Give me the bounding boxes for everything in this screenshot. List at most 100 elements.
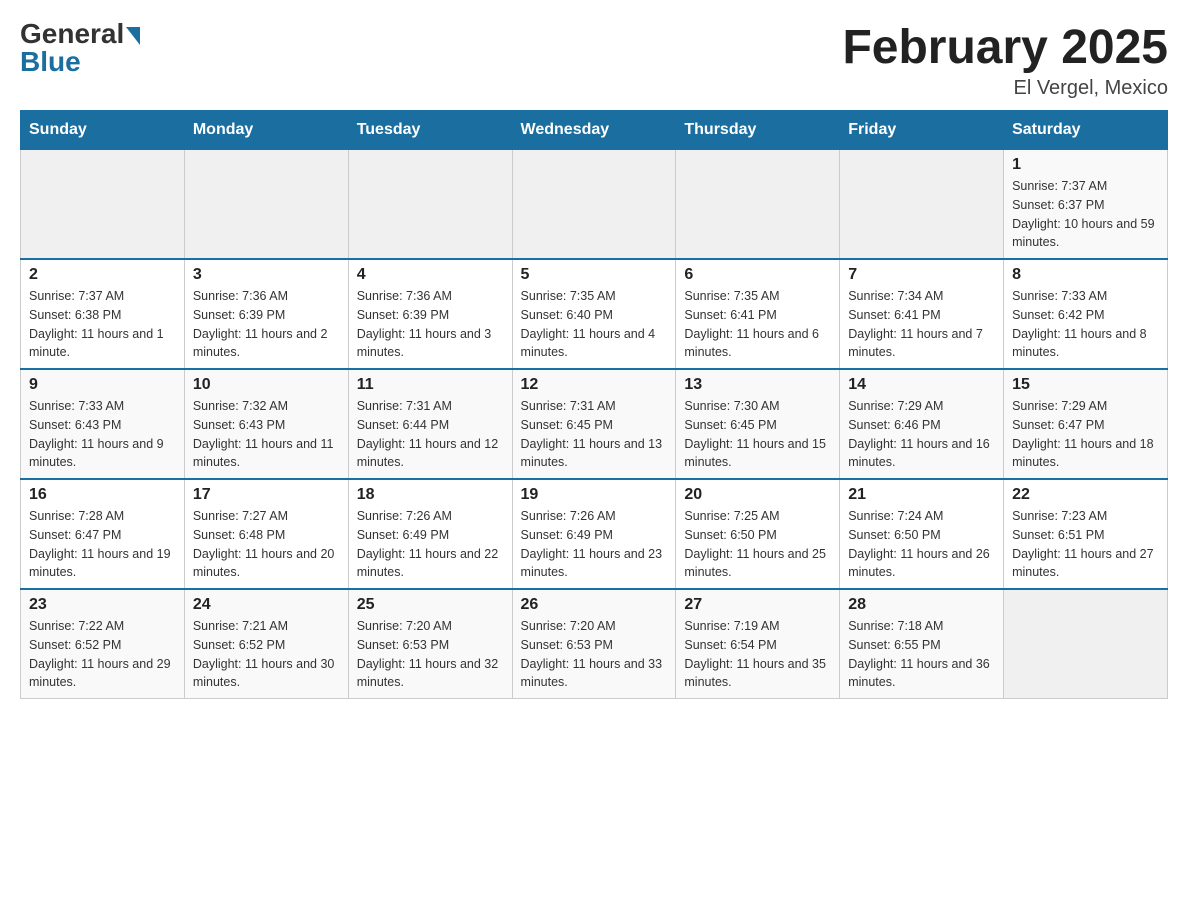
day-number: 11 bbox=[357, 376, 504, 394]
day-info: Sunrise: 7:25 AMSunset: 6:50 PMDaylight:… bbox=[684, 507, 831, 582]
calendar-week-row: 9 Sunrise: 7:33 AMSunset: 6:43 PMDaylight… bbox=[21, 369, 1168, 479]
calendar-cell bbox=[840, 150, 1004, 260]
day-number: 17 bbox=[193, 486, 340, 504]
day-info: Sunrise: 7:36 AMSunset: 6:39 PMDaylight:… bbox=[357, 287, 504, 362]
day-number: 7 bbox=[848, 266, 995, 284]
page-header: General Blue February 2025 El Vergel, Me… bbox=[20, 20, 1168, 100]
day-info: Sunrise: 7:31 AMSunset: 6:44 PMDaylight:… bbox=[357, 397, 504, 472]
day-number: 25 bbox=[357, 596, 504, 614]
calendar-week-row: 23 Sunrise: 7:22 AMSunset: 6:52 PMDayligh… bbox=[21, 589, 1168, 699]
calendar-week-row: 2 Sunrise: 7:37 AMSunset: 6:38 PMDaylight… bbox=[21, 259, 1168, 369]
day-number: 8 bbox=[1012, 266, 1159, 284]
day-number: 26 bbox=[521, 596, 668, 614]
calendar-day-header: Tuesday bbox=[348, 111, 512, 150]
calendar-cell: 16 Sunrise: 7:28 AMSunset: 6:47 PMDayligh… bbox=[21, 479, 185, 589]
day-info: Sunrise: 7:20 AMSunset: 6:53 PMDaylight:… bbox=[357, 617, 504, 692]
calendar-cell bbox=[1004, 589, 1168, 699]
calendar-cell: 14 Sunrise: 7:29 AMSunset: 6:46 PMDayligh… bbox=[840, 369, 1004, 479]
day-number: 20 bbox=[684, 486, 831, 504]
calendar-cell: 4 Sunrise: 7:36 AMSunset: 6:39 PMDaylight… bbox=[348, 259, 512, 369]
day-info: Sunrise: 7:23 AMSunset: 6:51 PMDaylight:… bbox=[1012, 507, 1159, 582]
logo-arrow-icon bbox=[126, 27, 140, 45]
calendar-cell: 8 Sunrise: 7:33 AMSunset: 6:42 PMDaylight… bbox=[1004, 259, 1168, 369]
day-info: Sunrise: 7:29 AMSunset: 6:47 PMDaylight:… bbox=[1012, 397, 1159, 472]
calendar-cell: 26 Sunrise: 7:20 AMSunset: 6:53 PMDayligh… bbox=[512, 589, 676, 699]
calendar-cell: 23 Sunrise: 7:22 AMSunset: 6:52 PMDayligh… bbox=[21, 589, 185, 699]
day-info: Sunrise: 7:27 AMSunset: 6:48 PMDaylight:… bbox=[193, 507, 340, 582]
calendar-cell: 2 Sunrise: 7:37 AMSunset: 6:38 PMDaylight… bbox=[21, 259, 185, 369]
day-number: 28 bbox=[848, 596, 995, 614]
location: El Vergel, Mexico bbox=[842, 77, 1168, 100]
day-info: Sunrise: 7:26 AMSunset: 6:49 PMDaylight:… bbox=[357, 507, 504, 582]
day-number: 19 bbox=[521, 486, 668, 504]
day-info: Sunrise: 7:29 AMSunset: 6:46 PMDaylight:… bbox=[848, 397, 995, 472]
calendar-cell: 6 Sunrise: 7:35 AMSunset: 6:41 PMDaylight… bbox=[676, 259, 840, 369]
calendar-cell: 12 Sunrise: 7:31 AMSunset: 6:45 PMDayligh… bbox=[512, 369, 676, 479]
calendar-cell: 17 Sunrise: 7:27 AMSunset: 6:48 PMDayligh… bbox=[184, 479, 348, 589]
day-number: 9 bbox=[29, 376, 176, 394]
day-number: 1 bbox=[1012, 156, 1159, 174]
day-info: Sunrise: 7:22 AMSunset: 6:52 PMDaylight:… bbox=[29, 617, 176, 692]
day-info: Sunrise: 7:35 AMSunset: 6:40 PMDaylight:… bbox=[521, 287, 668, 362]
day-info: Sunrise: 7:36 AMSunset: 6:39 PMDaylight:… bbox=[193, 287, 340, 362]
calendar-cell: 24Sunrise: 7:21 AMSunset: 6:52 PMDayligh… bbox=[184, 589, 348, 699]
day-info: Sunrise: 7:33 AMSunset: 6:43 PMDaylight:… bbox=[29, 397, 176, 472]
calendar-day-header: Friday bbox=[840, 111, 1004, 150]
calendar-cell bbox=[348, 150, 512, 260]
day-number: 27 bbox=[684, 596, 831, 614]
calendar-cell: 10Sunrise: 7:32 AMSunset: 6:43 PMDayligh… bbox=[184, 369, 348, 479]
calendar-cell: 28 Sunrise: 7:18 AMSunset: 6:55 PMDayligh… bbox=[840, 589, 1004, 699]
calendar-cell: 13 Sunrise: 7:30 AMSunset: 6:45 PMDayligh… bbox=[676, 369, 840, 479]
logo-general-line: General bbox=[20, 20, 140, 48]
calendar-cell: 11 Sunrise: 7:31 AMSunset: 6:44 PMDayligh… bbox=[348, 369, 512, 479]
calendar-header-row: SundayMondayTuesdayWednesdayThursdayFrid… bbox=[21, 111, 1168, 150]
day-number: 4 bbox=[357, 266, 504, 284]
day-info: Sunrise: 7:35 AMSunset: 6:41 PMDaylight:… bbox=[684, 287, 831, 362]
calendar-cell: 19 Sunrise: 7:26 AMSunset: 6:49 PMDayligh… bbox=[512, 479, 676, 589]
logo-blue-text: Blue bbox=[20, 48, 81, 76]
calendar-cell: 15Sunrise: 7:29 AMSunset: 6:47 PMDayligh… bbox=[1004, 369, 1168, 479]
calendar-cell: 20 Sunrise: 7:25 AMSunset: 6:50 PMDayligh… bbox=[676, 479, 840, 589]
day-info: Sunrise: 7:32 AMSunset: 6:43 PMDaylight:… bbox=[193, 397, 340, 472]
calendar-week-row: 16 Sunrise: 7:28 AMSunset: 6:47 PMDayligh… bbox=[21, 479, 1168, 589]
logo-general-text: General bbox=[20, 18, 140, 49]
day-info: Sunrise: 7:34 AMSunset: 6:41 PMDaylight:… bbox=[848, 287, 995, 362]
calendar-day-header: Wednesday bbox=[512, 111, 676, 150]
calendar-cell: 18 Sunrise: 7:26 AMSunset: 6:49 PMDayligh… bbox=[348, 479, 512, 589]
calendar-cell bbox=[184, 150, 348, 260]
day-info: Sunrise: 7:18 AMSunset: 6:55 PMDaylight:… bbox=[848, 617, 995, 692]
calendar-cell: 22 Sunrise: 7:23 AMSunset: 6:51 PMDayligh… bbox=[1004, 479, 1168, 589]
logo: General Blue bbox=[20, 20, 140, 76]
day-number: 18 bbox=[357, 486, 504, 504]
title-block: February 2025 El Vergel, Mexico bbox=[842, 20, 1168, 100]
day-number: 16 bbox=[29, 486, 176, 504]
calendar-cell bbox=[512, 150, 676, 260]
calendar-day-header: Monday bbox=[184, 111, 348, 150]
day-number: 23 bbox=[29, 596, 176, 614]
calendar-cell: 27Sunrise: 7:19 AMSunset: 6:54 PMDayligh… bbox=[676, 589, 840, 699]
day-number: 5 bbox=[521, 266, 668, 284]
calendar-cell: 25 Sunrise: 7:20 AMSunset: 6:53 PMDayligh… bbox=[348, 589, 512, 699]
day-number: 12 bbox=[521, 376, 668, 394]
calendar-cell bbox=[676, 150, 840, 260]
day-number: 13 bbox=[684, 376, 831, 394]
calendar-cell: 7 Sunrise: 7:34 AMSunset: 6:41 PMDaylight… bbox=[840, 259, 1004, 369]
day-info: Sunrise: 7:26 AMSunset: 6:49 PMDaylight:… bbox=[521, 507, 668, 582]
calendar-cell: 21 Sunrise: 7:24 AMSunset: 6:50 PMDayligh… bbox=[840, 479, 1004, 589]
calendar-cell: 1Sunrise: 7:37 AMSunset: 6:37 PMDaylight… bbox=[1004, 150, 1168, 260]
day-number: 2 bbox=[29, 266, 176, 284]
day-number: 21 bbox=[848, 486, 995, 504]
day-number: 3 bbox=[193, 266, 340, 284]
calendar-table: SundayMondayTuesdayWednesdayThursdayFrid… bbox=[20, 110, 1168, 699]
day-info: Sunrise: 7:33 AMSunset: 6:42 PMDaylight:… bbox=[1012, 287, 1159, 362]
day-number: 22 bbox=[1012, 486, 1159, 504]
day-number: 6 bbox=[684, 266, 831, 284]
day-info: Sunrise: 7:28 AMSunset: 6:47 PMDaylight:… bbox=[29, 507, 176, 582]
day-info: Sunrise: 7:30 AMSunset: 6:45 PMDaylight:… bbox=[684, 397, 831, 472]
day-info: Sunrise: 7:20 AMSunset: 6:53 PMDaylight:… bbox=[521, 617, 668, 692]
day-number: 24 bbox=[193, 596, 340, 614]
day-number: 14 bbox=[848, 376, 995, 394]
day-info: Sunrise: 7:31 AMSunset: 6:45 PMDaylight:… bbox=[521, 397, 668, 472]
day-info: Sunrise: 7:37 AMSunset: 6:38 PMDaylight:… bbox=[29, 287, 176, 362]
day-info: Sunrise: 7:24 AMSunset: 6:50 PMDaylight:… bbox=[848, 507, 995, 582]
